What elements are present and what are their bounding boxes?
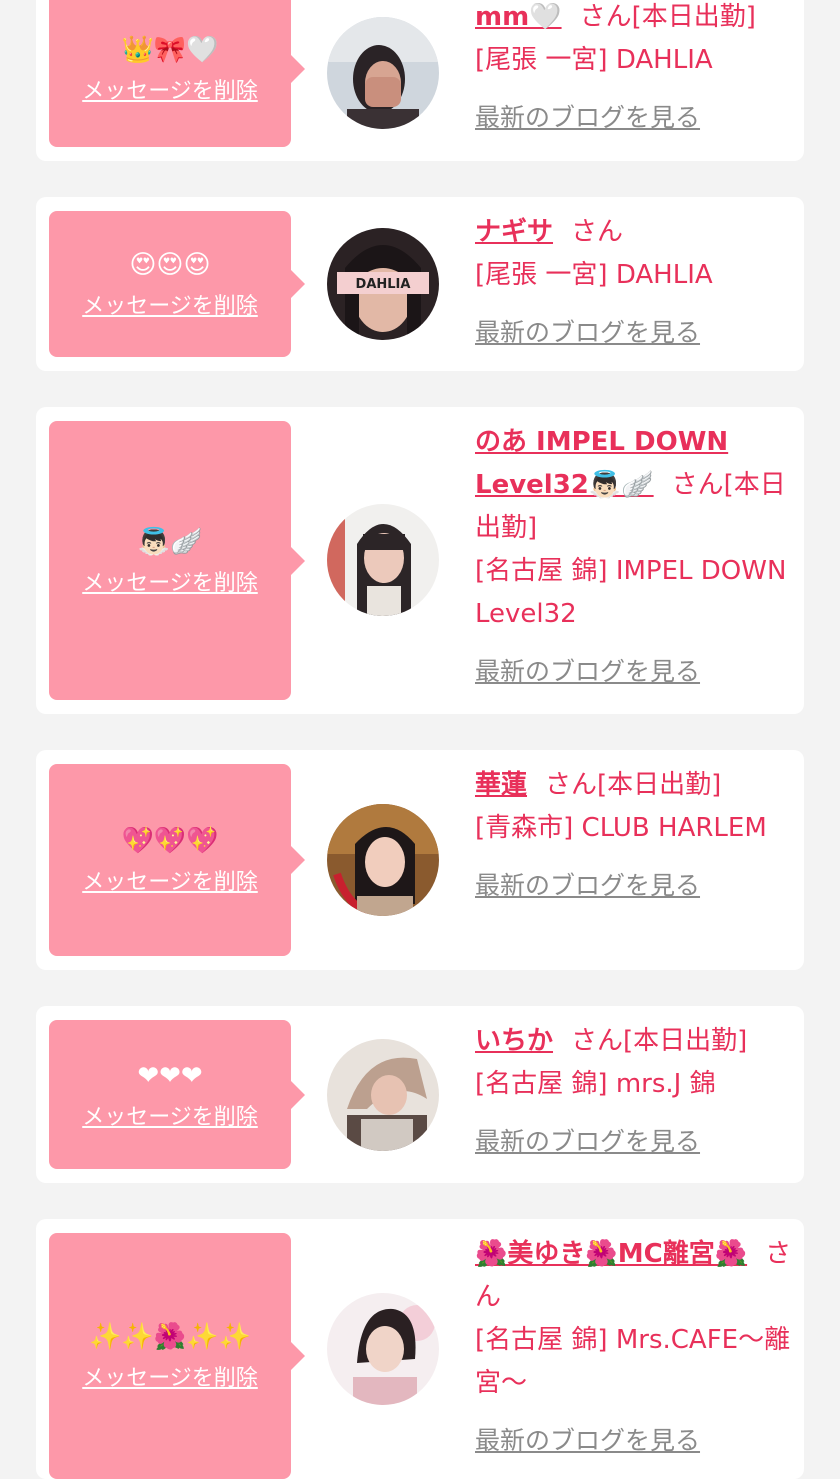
avatar-photo bbox=[327, 504, 439, 616]
message-card: ❤❤❤ メッセージを削除 いちか さん[本日出勤] [名古屋 錦] mrs.J 錦… bbox=[36, 1006, 804, 1183]
message-bubble: 😍😍😍 メッセージを削除 bbox=[49, 211, 305, 357]
message-text: 👑🎀🤍 bbox=[121, 34, 219, 65]
latest-blog-link[interactable]: 最新のブログを見る bbox=[475, 1426, 700, 1455]
shop-info: [名古屋 錦] mrs.J 錦 bbox=[475, 1069, 716, 1099]
cast-info: いちか さん[本日出勤] [名古屋 錦] mrs.J 錦 最新のブログを見る bbox=[475, 1020, 795, 1164]
avatar[interactable] bbox=[327, 1039, 439, 1151]
message-bubble: ✨✨🌺✨✨ メッセージを削除 bbox=[49, 1233, 305, 1479]
cast-info: 華蓮 さん[本日出勤] [青森市] CLUB HARLEM 最新のブログを見る bbox=[475, 764, 795, 908]
cast-name-link[interactable]: mm🤍 bbox=[475, 2, 562, 32]
message-bubble: 👼🏻🪽 メッセージを削除 bbox=[49, 421, 305, 700]
message-bubble: 👑🎀🤍 メッセージを削除 bbox=[49, 0, 305, 147]
work-status: [本日出勤] bbox=[597, 770, 722, 800]
message-text: 👼🏻🪽 bbox=[137, 526, 203, 557]
san-suffix: さん bbox=[571, 217, 624, 247]
work-status: [本日出勤] bbox=[623, 1026, 748, 1056]
message-text: 😍😍😍 bbox=[129, 250, 211, 280]
avatar-photo bbox=[327, 804, 439, 916]
message-bubble: 💖💖💖 メッセージを削除 bbox=[49, 764, 305, 956]
shop-info: [青森市] CLUB HARLEM bbox=[475, 813, 767, 843]
san-suffix: さん bbox=[545, 770, 598, 800]
avatar-caption: DAHLIA bbox=[356, 277, 411, 292]
message-card: 💖💖💖 メッセージを削除 華蓮 さん[本日出勤] [青森市] CLUB HARLE… bbox=[36, 750, 804, 970]
latest-blog-link[interactable]: 最新のブログを見る bbox=[475, 318, 700, 347]
latest-blog-link[interactable]: 最新のブログを見る bbox=[475, 657, 700, 686]
cast-name-link[interactable]: いちか bbox=[475, 1026, 553, 1056]
message-text: ❤❤❤ bbox=[137, 1060, 203, 1091]
delete-message-link[interactable]: メッセージを削除 bbox=[82, 864, 258, 896]
avatar[interactable] bbox=[327, 17, 439, 129]
cast-name-link[interactable]: 🌺美ゆき🌺MC離宮🌺 bbox=[475, 1239, 747, 1269]
message-card: 👑🎀🤍 メッセージを削除 mm🤍 さん[本日出勤] [尾張 一宮] DAHLIA … bbox=[36, 0, 804, 161]
avatar-photo bbox=[327, 17, 439, 129]
avatar-photo bbox=[327, 1039, 439, 1151]
avatar[interactable] bbox=[327, 504, 439, 616]
work-status: [本日出勤] bbox=[631, 2, 756, 32]
cast-name-link[interactable]: ナギサ bbox=[475, 217, 553, 247]
avatar-photo: DAHLIA bbox=[327, 228, 439, 340]
avatar[interactable]: DAHLIA bbox=[327, 228, 439, 340]
latest-blog-link[interactable]: 最新のブログを見る bbox=[475, 103, 700, 132]
shop-info: [名古屋 錦] Mrs.CAFE〜離宮〜 bbox=[475, 1325, 791, 1398]
message-bubble: ❤❤❤ メッセージを削除 bbox=[49, 1020, 305, 1169]
cast-info: ナギサ さん [尾張 一宮] DAHLIA 最新のブログを見る bbox=[475, 211, 795, 355]
delete-message-link[interactable]: メッセージを削除 bbox=[82, 1099, 258, 1131]
san-suffix: さん bbox=[579, 2, 632, 32]
shop-info: [名古屋 錦] IMPEL DOWN Level32 bbox=[475, 556, 787, 629]
message-card: ✨✨🌺✨✨ メッセージを削除 🌺美ゆき🌺MC離宮🌺 さん [名古屋 錦] Mrs.… bbox=[36, 1219, 804, 1479]
message-card: 👼🏻🪽 メッセージを削除 のあ IMPEL DOWN Level32👼🏻🪽 さん[… bbox=[36, 407, 804, 714]
latest-blog-link[interactable]: 最新のブログを見る bbox=[475, 1127, 700, 1156]
message-text: 💖💖💖 bbox=[121, 826, 219, 856]
delete-message-link[interactable]: メッセージを削除 bbox=[82, 1360, 258, 1392]
delete-message-link[interactable]: メッセージを削除 bbox=[82, 565, 258, 597]
cast-info: のあ IMPEL DOWN Level32👼🏻🪽 さん[本日出勤] [名古屋 錦]… bbox=[475, 421, 795, 694]
latest-blog-link[interactable]: 最新のブログを見る bbox=[475, 871, 700, 900]
shop-info: [尾張 一宮] DAHLIA bbox=[475, 260, 713, 290]
cast-info: mm🤍 さん[本日出勤] [尾張 一宮] DAHLIA 最新のブログを見る bbox=[475, 0, 795, 140]
delete-message-link[interactable]: メッセージを削除 bbox=[82, 288, 258, 320]
cast-name-link[interactable]: 華蓮 bbox=[475, 770, 527, 800]
avatar[interactable] bbox=[327, 804, 439, 916]
cast-info: 🌺美ゆき🌺MC離宮🌺 さん [名古屋 錦] Mrs.CAFE〜離宮〜 最新のブログ… bbox=[475, 1233, 805, 1463]
message-card: 😍😍😍 メッセージを削除 DAHLIA ナギサ さん [尾張 一宮] DAHLIA… bbox=[36, 197, 804, 371]
avatar[interactable] bbox=[327, 1293, 439, 1405]
delete-message-link[interactable]: メッセージを削除 bbox=[82, 73, 258, 105]
san-suffix: さん bbox=[571, 1026, 624, 1056]
message-text: ✨✨🌺✨✨ bbox=[89, 1322, 251, 1352]
san-suffix: さん bbox=[671, 470, 724, 500]
shop-info: [尾張 一宮] DAHLIA bbox=[475, 45, 713, 75]
avatar-photo bbox=[327, 1293, 439, 1405]
